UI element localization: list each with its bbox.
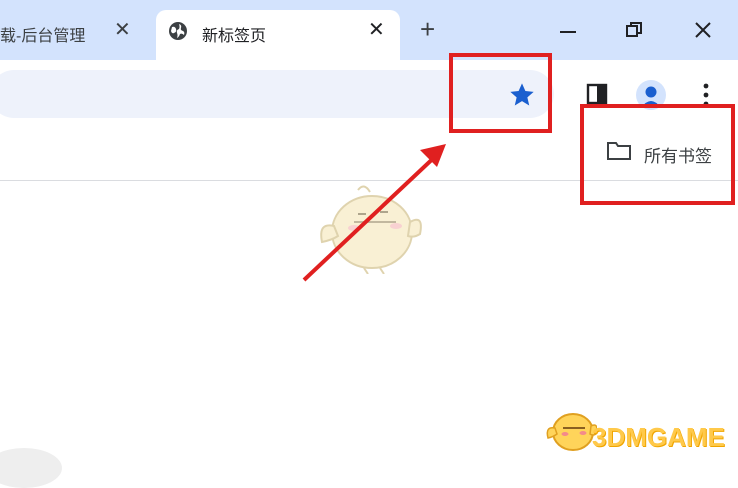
highlight-bookmarks-box <box>580 104 735 205</box>
decorative-circle <box>0 448 62 488</box>
globe-icon <box>169 22 187 40</box>
restore-button[interactable] <box>626 22 642 38</box>
highlight-star-box <box>449 53 552 133</box>
tab-backend-admin[interactable]: 载-后台管理 ✕ <box>0 8 150 54</box>
side-panel-icon[interactable] <box>586 83 608 105</box>
tab-title: 新标签页 <box>202 28 267 45</box>
tab-strip: 载-后台管理 ✕ 新标签页 ✕ + <box>0 0 738 60</box>
tab-new-tab[interactable]: 新标签页 ✕ <box>156 10 400 60</box>
mascot-watermark <box>320 185 422 274</box>
new-tab-button[interactable]: + <box>420 16 435 42</box>
tab-close-button[interactable]: ✕ <box>114 20 131 40</box>
minimize-button[interactable] <box>560 30 576 34</box>
tab-close-button[interactable]: ✕ <box>368 20 385 40</box>
close-window-button[interactable] <box>694 21 712 39</box>
watermark-text: 3DMGAME <box>592 422 725 452</box>
watermark-logo-icon <box>546 413 597 451</box>
tab-title: 载-后台管理 <box>0 28 86 45</box>
